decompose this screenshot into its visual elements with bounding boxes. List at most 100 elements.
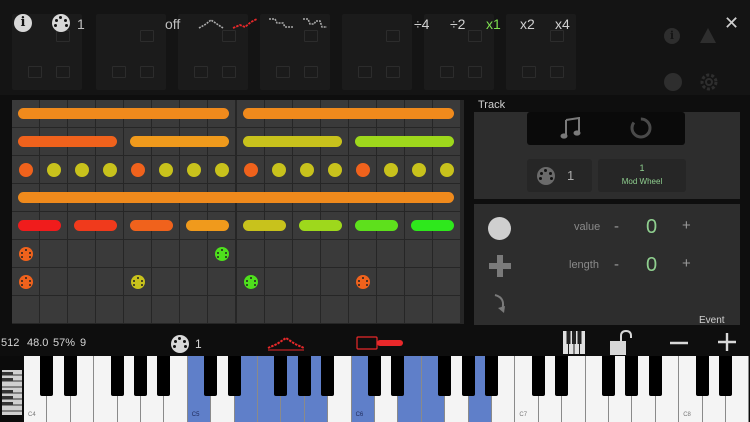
speed-div2[interactable]: ÷2 bbox=[450, 16, 465, 32]
midi-event-icon[interactable] bbox=[131, 275, 145, 289]
grid-cell[interactable] bbox=[377, 268, 404, 295]
zoom-out-icon[interactable] bbox=[668, 334, 690, 352]
note-dot[interactable] bbox=[19, 163, 33, 177]
grid-cell[interactable] bbox=[152, 296, 179, 323]
black-key[interactable] bbox=[438, 356, 452, 396]
close-button[interactable]: ✕ bbox=[724, 13, 739, 34]
note-dot[interactable] bbox=[47, 163, 61, 177]
grid-cell[interactable] bbox=[208, 268, 235, 295]
grid-cell[interactable] bbox=[265, 268, 292, 295]
black-key[interactable] bbox=[321, 356, 335, 396]
note-dot[interactable] bbox=[131, 163, 145, 177]
black-key[interactable] bbox=[63, 356, 77, 396]
grid-cell[interactable] bbox=[265, 296, 292, 323]
note-bar[interactable] bbox=[18, 220, 61, 231]
speed-x1[interactable]: x1 bbox=[486, 16, 501, 32]
grid-cell[interactable] bbox=[40, 268, 67, 295]
grid-cell[interactable] bbox=[68, 268, 95, 295]
value-decrement[interactable]: - bbox=[614, 218, 619, 235]
note-dot[interactable] bbox=[328, 163, 342, 177]
black-key[interactable] bbox=[625, 356, 639, 396]
black-key[interactable] bbox=[110, 356, 124, 396]
black-key[interactable] bbox=[274, 356, 288, 396]
note-bar[interactable] bbox=[355, 136, 454, 147]
midi-event-icon[interactable] bbox=[19, 275, 33, 289]
note-dot[interactable] bbox=[187, 163, 201, 177]
black-key[interactable] bbox=[555, 356, 569, 396]
grid-cell[interactable] bbox=[377, 240, 404, 267]
grid-cell[interactable] bbox=[124, 240, 151, 267]
note-dot[interactable] bbox=[103, 163, 117, 177]
grid-cell[interactable] bbox=[321, 240, 348, 267]
grid-cell[interactable] bbox=[377, 296, 404, 323]
midi-event-icon[interactable] bbox=[356, 275, 370, 289]
grid-cell[interactable] bbox=[68, 240, 95, 267]
keyboard-minimap-icon[interactable] bbox=[1, 369, 23, 416]
grid-cell[interactable] bbox=[433, 296, 460, 323]
midi-event-icon[interactable] bbox=[244, 275, 258, 289]
curve-saw-icon[interactable] bbox=[232, 16, 258, 30]
curve-ramp-icon[interactable] bbox=[198, 16, 224, 30]
note-bar[interactable] bbox=[18, 108, 229, 119]
midi-event-icon[interactable] bbox=[215, 247, 229, 261]
info-icon[interactable]: i bbox=[14, 14, 32, 32]
note-dot[interactable] bbox=[412, 163, 426, 177]
sequencer-grid[interactable] bbox=[12, 100, 464, 324]
zoom-in-icon[interactable] bbox=[716, 331, 738, 353]
grid-cell[interactable] bbox=[152, 240, 179, 267]
curve-steps-icon[interactable] bbox=[268, 16, 294, 30]
note-bar[interactable] bbox=[243, 136, 342, 147]
note-dot[interactable] bbox=[215, 163, 229, 177]
black-key[interactable] bbox=[602, 356, 615, 396]
swing[interactable]: 57% bbox=[53, 337, 75, 349]
length-decrement[interactable]: - bbox=[614, 256, 619, 273]
grid-cell[interactable] bbox=[12, 296, 39, 323]
black-key[interactable] bbox=[227, 356, 241, 396]
note-bar[interactable] bbox=[74, 220, 117, 231]
grid-cell[interactable] bbox=[293, 240, 320, 267]
black-key[interactable] bbox=[297, 356, 311, 396]
grid-cell[interactable] bbox=[265, 240, 292, 267]
curve-off-button[interactable]: off bbox=[165, 16, 180, 32]
grid-cell[interactable] bbox=[237, 240, 264, 267]
black-key[interactable] bbox=[134, 356, 147, 396]
grid-cell[interactable] bbox=[405, 268, 432, 295]
curve-random-icon[interactable] bbox=[302, 16, 328, 30]
note-dot[interactable] bbox=[384, 163, 398, 177]
midi-event-icon[interactable] bbox=[19, 247, 33, 261]
grid-cell[interactable] bbox=[349, 296, 376, 323]
speed-x4[interactable]: x4 bbox=[555, 16, 570, 32]
note-bar[interactable] bbox=[243, 220, 286, 231]
grid-cell[interactable] bbox=[293, 296, 320, 323]
cc-select-button[interactable]: 1 Mod Wheel bbox=[598, 159, 686, 192]
note-bar[interactable] bbox=[186, 220, 229, 231]
unlock-icon[interactable] bbox=[608, 330, 634, 356]
speed-div4[interactable]: ÷4 bbox=[414, 16, 429, 32]
mod-wheel-icon[interactable] bbox=[356, 334, 406, 352]
note-bar[interactable] bbox=[18, 192, 454, 203]
black-key[interactable] bbox=[40, 356, 54, 396]
black-key[interactable] bbox=[485, 356, 498, 396]
note-dot[interactable] bbox=[272, 163, 286, 177]
keyboard-layout-icon[interactable] bbox=[562, 330, 586, 355]
grid-cell[interactable] bbox=[405, 240, 432, 267]
grid-cell[interactable] bbox=[293, 268, 320, 295]
grid-cell[interactable] bbox=[152, 268, 179, 295]
grid-cell[interactable] bbox=[321, 296, 348, 323]
event-tab[interactable]: Event bbox=[699, 315, 725, 326]
note-bar[interactable] bbox=[355, 220, 398, 231]
grid-cell[interactable] bbox=[96, 268, 123, 295]
move-icon[interactable] bbox=[488, 254, 512, 278]
black-key[interactable] bbox=[461, 356, 475, 396]
grid-cell[interactable] bbox=[180, 240, 207, 267]
grid-cell[interactable] bbox=[237, 296, 264, 323]
note-bar[interactable] bbox=[130, 136, 229, 147]
grid-cell[interactable] bbox=[433, 268, 460, 295]
black-key[interactable] bbox=[695, 356, 709, 396]
cc-knob-icon[interactable] bbox=[629, 116, 653, 140]
note-bar[interactable] bbox=[18, 136, 117, 147]
keyboard-channel[interactable]: 1 bbox=[195, 337, 202, 351]
event-circle-icon[interactable] bbox=[488, 217, 511, 240]
black-key[interactable] bbox=[719, 356, 732, 396]
grid-cell[interactable] bbox=[40, 296, 67, 323]
